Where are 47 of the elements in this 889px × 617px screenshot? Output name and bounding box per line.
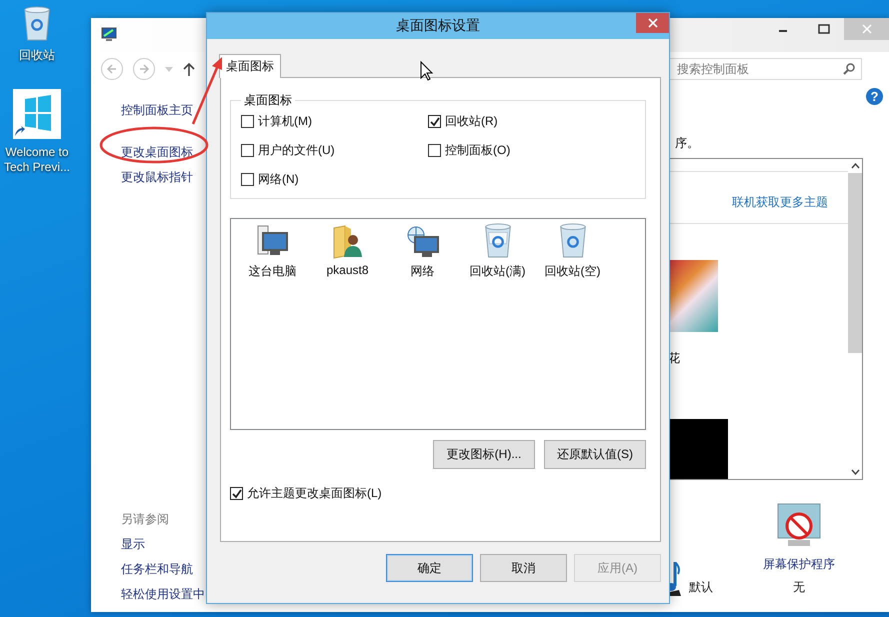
scroll-down-icon[interactable] (850, 469, 860, 475)
checkbox-label[interactable]: 计算机(M) (258, 113, 312, 130)
back-arrow-icon (106, 63, 118, 75)
search-icon (843, 63, 855, 75)
dialog-button[interactable]: 还原默认值(S) (544, 440, 646, 469)
checkbox[interactable] (241, 173, 254, 186)
see-also-heading: 另请参阅 (121, 511, 170, 527)
icon-label[interactable]: 回收站(空) (544, 263, 600, 280)
checkbox[interactable] (241, 144, 254, 157)
checkbox-label[interactable]: 回收站(R) (445, 113, 498, 130)
checkbox[interactable] (428, 115, 441, 128)
up-arrow-icon[interactable] (183, 62, 195, 76)
checkbox-label[interactable]: 用户的文件(U) (258, 142, 335, 159)
forward-arrow-icon (138, 63, 150, 75)
icon-label[interactable]: 网络 (410, 263, 434, 280)
icon-label[interactable]: 这台电脑 (248, 263, 296, 280)
screensaver-value[interactable]: 无 (793, 579, 805, 596)
annotation-arrow (192, 57, 222, 124)
online-themes-link[interactable]: 联机获取更多主题 (732, 194, 828, 211)
windows-logo-shortcut-icon (13, 89, 61, 139)
close-icon (648, 18, 658, 28)
help-button[interactable]: ? (866, 88, 883, 105)
screensaver-link[interactable]: 屏幕保护程序 (763, 556, 835, 573)
dialog-button[interactable]: 取消 (480, 554, 567, 582)
group-label: 桌面图标 (243, 92, 293, 109)
checkbox[interactable] (241, 115, 254, 128)
tab[interactable]: 桌面图标 (219, 54, 281, 78)
checkbox[interactable] (428, 144, 441, 157)
checkbox-label[interactable]: 网络(N) (258, 171, 299, 188)
dialog-button[interactable]: 更改图标(H)... (433, 440, 535, 469)
desktop-icon-label[interactable]: Welcome to Tech Previ... (0, 145, 74, 175)
dialog-button[interactable]: 确定 (386, 554, 473, 582)
description-text: 序。 (674, 135, 700, 152)
close-icon (862, 24, 872, 34)
icon-label[interactable]: pkaust8 (326, 263, 369, 277)
close-button[interactable] (636, 13, 669, 33)
icon-label[interactable]: 回收站(满) (470, 263, 526, 280)
maximize-icon (818, 24, 830, 34)
user-folder-icon[interactable] (330, 225, 364, 259)
checkbox-label[interactable]: 允许主题更改桌面图标(L) (247, 485, 382, 502)
dialog-title: 桌面图标设置 (396, 17, 480, 35)
checkbox-label[interactable]: 控制面板(O) (445, 142, 510, 159)
scroll-up-icon[interactable] (850, 163, 860, 169)
network-icon[interactable] (406, 225, 440, 259)
monitor-icon (101, 27, 117, 43)
sound-label[interactable]: 默认 (689, 579, 713, 596)
checkbox[interactable] (230, 487, 243, 500)
